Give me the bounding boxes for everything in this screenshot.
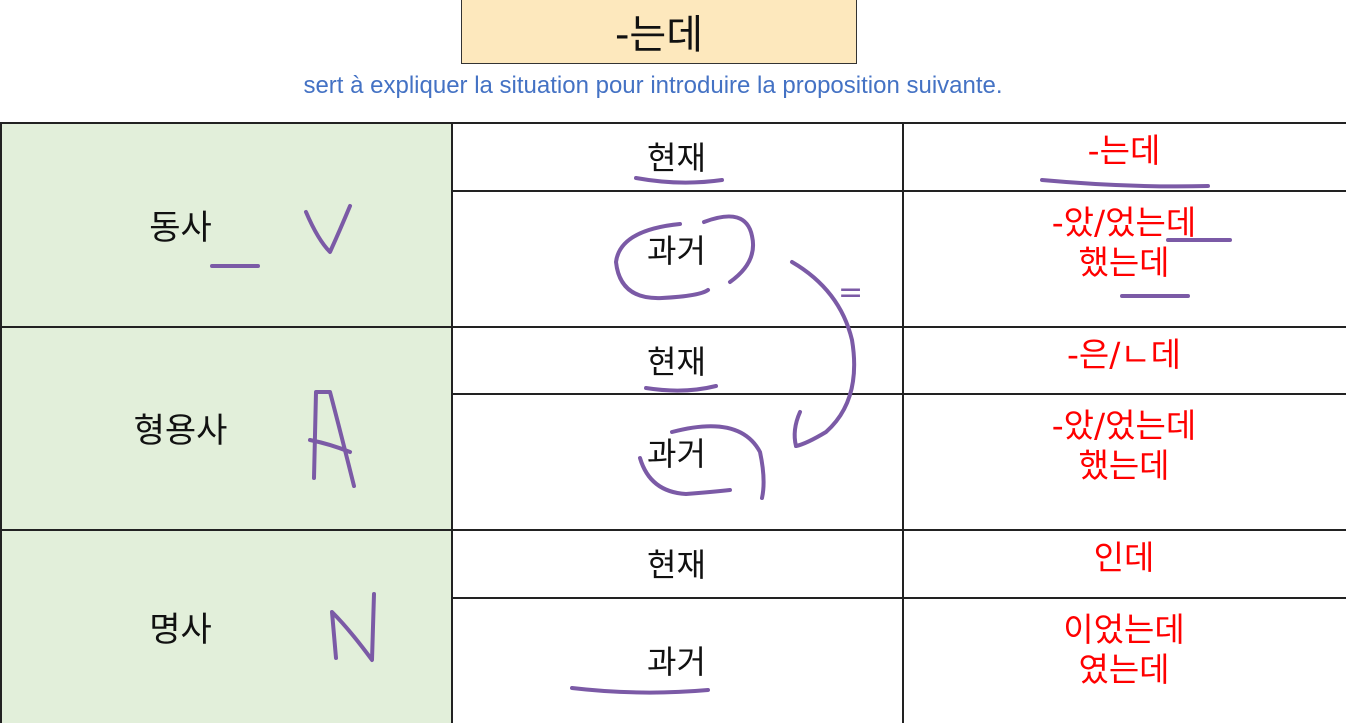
- form-text: 이었는데: [1063, 610, 1185, 649]
- tense-label: 과거: [647, 435, 706, 473]
- tense-label: 과거: [647, 643, 706, 681]
- form-text: 였는데: [1078, 650, 1170, 689]
- pos-cell-verb: 동사: [0, 122, 451, 326]
- table-border: [0, 122, 2, 723]
- pos-cell-noun: 명사: [0, 529, 451, 723]
- table-border: [902, 122, 904, 723]
- tense-label: 현재: [647, 546, 706, 584]
- form-cell-verb-present: -는데: [902, 122, 1346, 190]
- tense-cell-verb-present: 현재: [451, 122, 902, 190]
- tense-label: 현재: [647, 139, 706, 177]
- form-text: -았/었는데: [1051, 203, 1197, 242]
- tense-cell-adjective-present: 현재: [451, 326, 902, 393]
- table-border: [451, 393, 1346, 395]
- form-text: 했는데: [1078, 243, 1170, 282]
- form-text: -은/ㄴ데: [1066, 334, 1182, 374]
- form-text: -는데: [1087, 131, 1161, 170]
- table-border: [0, 122, 1346, 124]
- tense-cell-noun-present: 현재: [451, 529, 902, 597]
- pos-label-adjective: 형용사: [133, 411, 228, 451]
- tense-cell-noun-past: 과거: [451, 597, 902, 723]
- form-cell-noun-past: 이었는데 였는데: [902, 597, 1346, 723]
- table-border: [0, 326, 1346, 328]
- pos-label-noun: 명사: [149, 609, 212, 650]
- tense-label: 과거: [647, 232, 706, 270]
- pos-cell-adjective: 형용사: [0, 326, 451, 529]
- table-border: [0, 529, 1346, 531]
- table-border: [451, 190, 1346, 192]
- form-text: -았/었는데: [1051, 406, 1197, 445]
- form-text: 인데: [1093, 538, 1155, 577]
- form-cell-adjective-present: -은/ㄴ데: [902, 326, 1346, 393]
- tense-label: 현재: [647, 342, 706, 381]
- form-cell-noun-present: 인데: [902, 529, 1346, 597]
- form-cell-adjective-past: -았/었는데 했는데: [902, 393, 1346, 529]
- table-border: [451, 597, 1346, 599]
- pos-label-verb: 동사: [149, 207, 212, 248]
- table-border: [451, 122, 453, 723]
- form-text: 했는데: [1078, 446, 1170, 485]
- tense-cell-verb-past: 과거: [451, 190, 902, 326]
- tense-cell-adjective-past: 과거: [451, 393, 902, 529]
- conjugation-table: 동사 형용사 명사 현재 과거 현재 과거 현재 과거 -는데 -았/었는데 했…: [0, 0, 1346, 723]
- form-cell-verb-past: -았/었는데 했는데: [902, 190, 1346, 326]
